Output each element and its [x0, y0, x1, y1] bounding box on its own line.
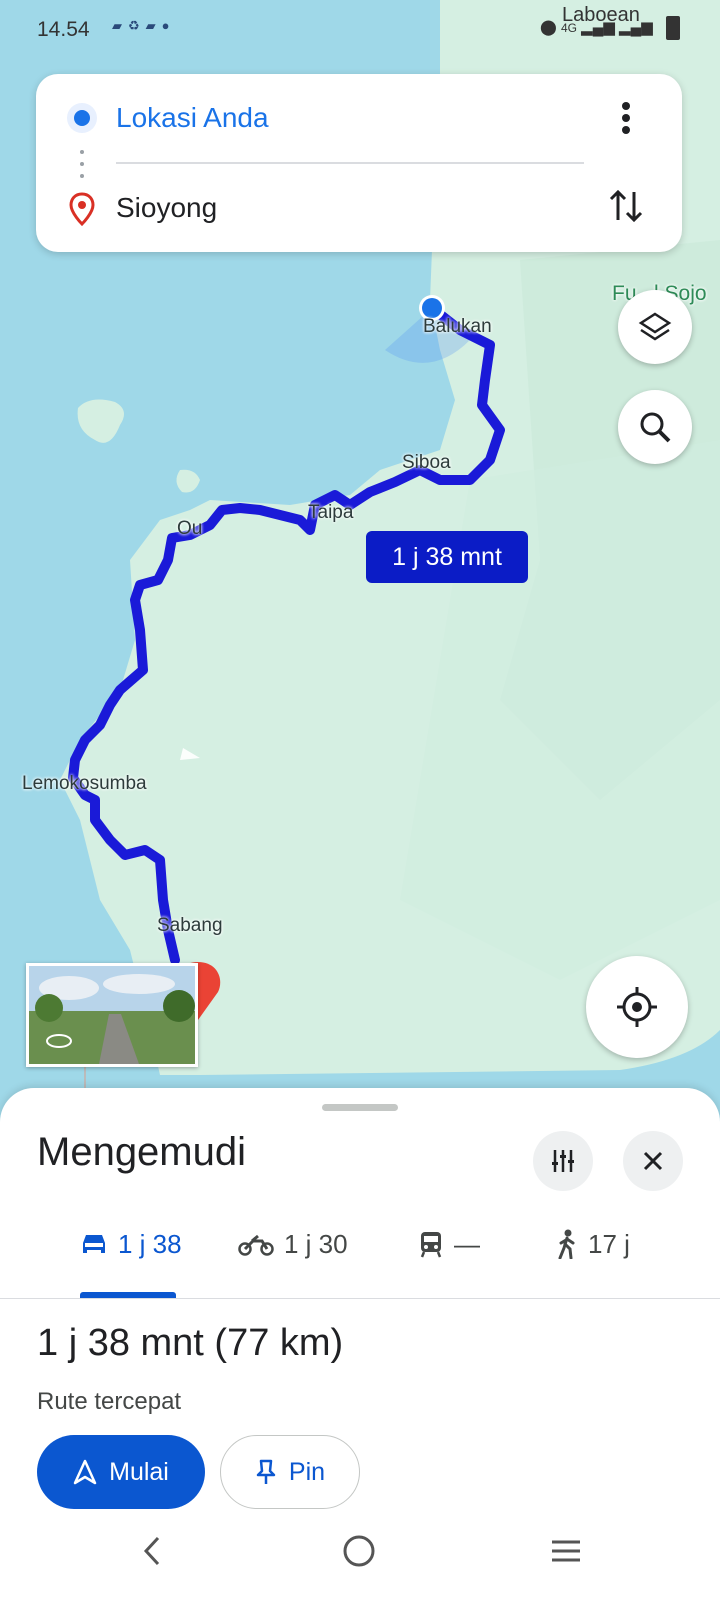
- motorcycle-icon: [238, 1234, 274, 1256]
- signal-icon: ▂▄▆: [581, 19, 615, 36]
- route-summary: 1 j 38 mnt (77 km): [37, 1322, 344, 1364]
- search-icon: [640, 412, 671, 443]
- tab-walk-label: 17 j: [588, 1228, 630, 1259]
- start-navigation-button[interactable]: Mulai: [37, 1435, 205, 1509]
- close-button[interactable]: [623, 1131, 683, 1191]
- map-label-balukan: Balukan: [423, 316, 492, 337]
- tab-transit[interactable]: —: [418, 1214, 480, 1274]
- sync-icon: ♻: [128, 18, 146, 33]
- tune-icon: [552, 1150, 574, 1172]
- location-icon: ⬤: [540, 19, 557, 36]
- directions-sheet[interactable]: Mengemudi 1 j 38 1 j 30 — 17 j 1 j 38 mn…: [0, 1088, 720, 1600]
- destination-pin-icon: [69, 192, 95, 226]
- sheet-drag-handle[interactable]: [322, 1104, 398, 1111]
- tab-walk[interactable]: 17 j: [556, 1214, 630, 1274]
- field-divider: [116, 162, 584, 164]
- my-location-button[interactable]: [586, 956, 688, 1058]
- layers-button[interactable]: [618, 290, 692, 364]
- status-right-icons: ⬤ 4G ▂▄▆ ▂▄▆: [540, 18, 653, 36]
- route-subtitle: Rute tercepat: [37, 1388, 182, 1415]
- sheet-title: Mengemudi: [37, 1130, 247, 1174]
- tabs-divider: [0, 1298, 720, 1299]
- pin-icon: [256, 1459, 276, 1484]
- map-label-lemokosumba: Lemokosumba: [22, 773, 147, 794]
- my-location-icon: [617, 987, 657, 1027]
- status-notification-icons: ▰♻▰●: [112, 18, 176, 34]
- rotate-360-icon: [46, 1034, 72, 1048]
- map-label-taipa: Taipa: [308, 502, 354, 523]
- start-label: Mulai: [109, 1457, 169, 1486]
- origin-field[interactable]: Lokasi Anda: [116, 102, 269, 134]
- map-label-sabang: Sabang: [157, 915, 223, 936]
- eta-bubble[interactable]: 1 j 38 mnt: [366, 531, 528, 583]
- signal-icon: ▂▄▆: [619, 19, 653, 36]
- transit-icon: [420, 1232, 442, 1258]
- street-view-thumbnail[interactable]: [26, 963, 198, 1067]
- tab-drive[interactable]: 1 j 38: [80, 1214, 182, 1274]
- car-icon: [83, 1235, 105, 1253]
- route-options-button[interactable]: [533, 1131, 593, 1191]
- walk-icon: [558, 1229, 575, 1259]
- notification-icon: ▰: [145, 18, 162, 33]
- back-icon[interactable]: [138, 1534, 166, 1568]
- navigation-arrow-icon: [73, 1459, 97, 1485]
- tab-motorcycle[interactable]: 1 j 30: [238, 1214, 348, 1274]
- pin-button[interactable]: Pin: [220, 1435, 360, 1509]
- recents-icon[interactable]: [548, 1534, 584, 1568]
- dot-icon: ●: [161, 18, 176, 33]
- map-label-ou: Ou: [177, 518, 203, 539]
- search-along-route-button[interactable]: [618, 390, 692, 464]
- home-icon[interactable]: [342, 1534, 376, 1568]
- origin-dot-icon: [67, 103, 97, 133]
- destination-field[interactable]: Sioyong: [116, 192, 217, 224]
- connector-dots-icon: [80, 150, 84, 178]
- tab-motorcycle-label: 1 j 30: [284, 1228, 348, 1259]
- swap-icon[interactable]: [606, 186, 646, 226]
- tab-transit-label: —: [454, 1228, 480, 1259]
- notification-icon: ▰: [112, 18, 128, 33]
- route-card: Lokasi Anda Sioyong: [36, 74, 682, 252]
- map-label-siboa: Siboa: [402, 452, 451, 473]
- more-options-icon[interactable]: [614, 100, 638, 136]
- layers-icon: [638, 312, 672, 341]
- pin-label: Pin: [288, 1457, 326, 1486]
- network-type: 4G: [560, 21, 577, 35]
- tab-drive-label: 1 j 38: [118, 1228, 182, 1259]
- battery-icon: [666, 16, 680, 40]
- status-time: 14.54: [37, 18, 90, 41]
- close-icon: [643, 1151, 663, 1171]
